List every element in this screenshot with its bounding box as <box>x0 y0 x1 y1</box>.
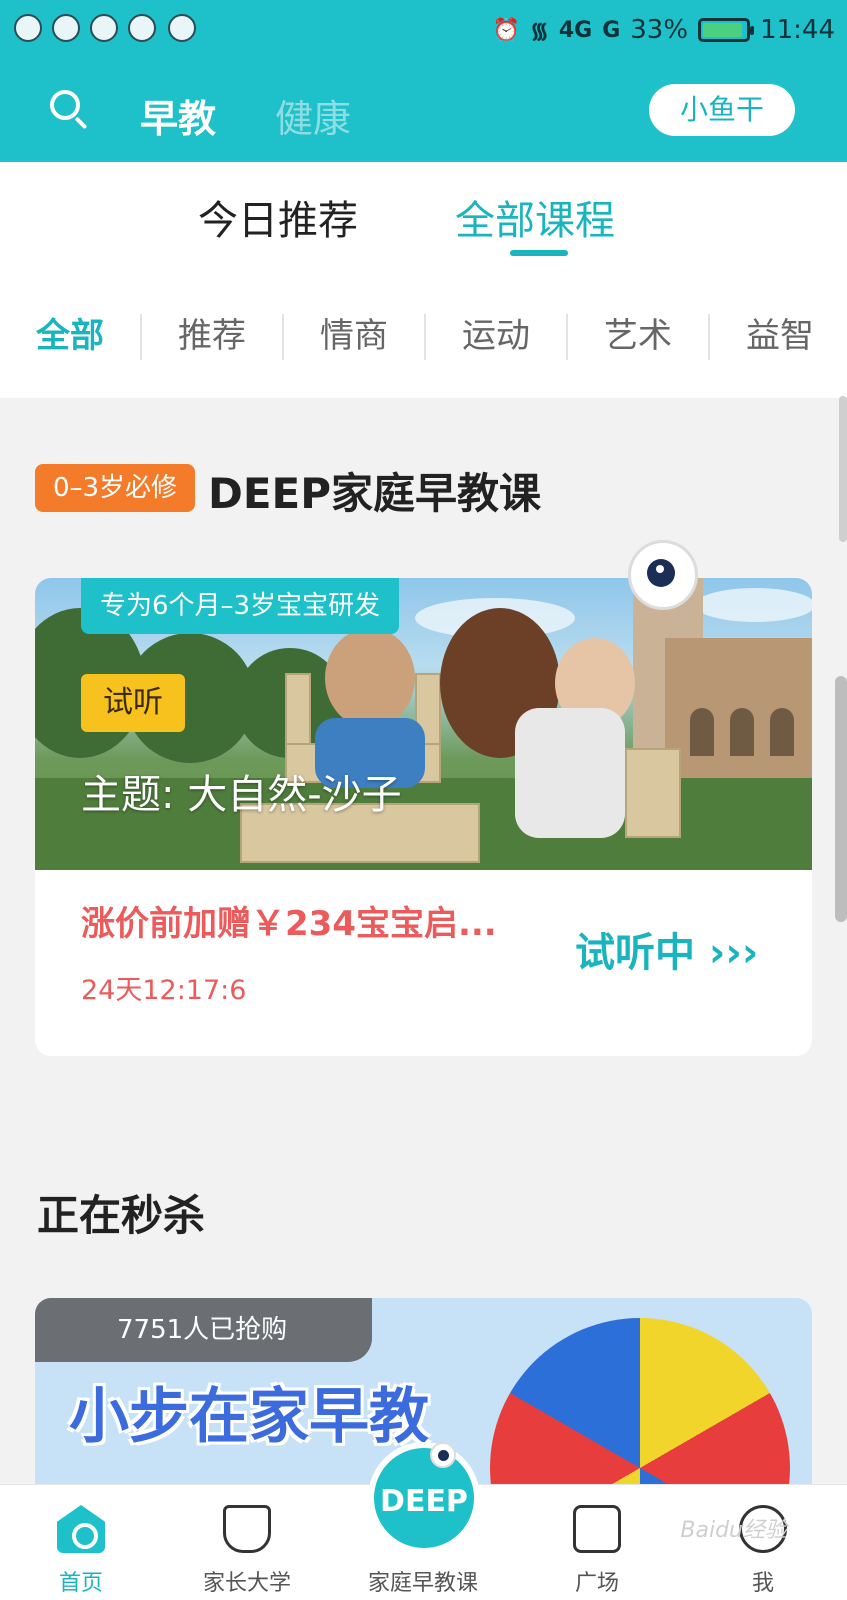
clock: 11:44 <box>760 15 835 45</box>
flash-headline: 小步在家早教 <box>69 1382 429 1452</box>
header-tab-health[interactable]: 健康 <box>275 88 351 143</box>
nav-family-course-label: 家庭早教课 <box>367 1571 478 1596</box>
active-tab-indicator <box>510 250 568 256</box>
wifi-icon: ᯾ <box>530 19 549 44</box>
signal-icon: 4G <box>558 17 593 43</box>
deep-center-button[interactable]: DEEP <box>368 1442 480 1554</box>
home-icon <box>57 1505 105 1553</box>
scrollbar[interactable] <box>839 396 847 542</box>
nav-home-label: 首页 <box>58 1571 103 1596</box>
notification-icon <box>90 14 118 42</box>
nav-square-label: 广场 <box>574 1571 619 1596</box>
alarm-icon: ⏰ <box>492 17 521 43</box>
signal-icon: G <box>602 17 621 43</box>
trial-badge: 试听 <box>81 674 185 732</box>
side-scroll-handle[interactable] <box>835 676 847 922</box>
category-filter: 全部 推荐 情商 运动 艺术 益智 <box>0 270 847 398</box>
nav-me-label: 我 <box>751 1571 774 1596</box>
top-header: ⏰ ᯾ 4G G 33% 11:44 早教 健康 小鱼干 <box>0 0 847 162</box>
category-sports[interactable]: 运动 <box>426 308 566 357</box>
deep-badge-label: DEEP <box>380 1484 468 1519</box>
notification-icon <box>52 14 80 42</box>
app-header: 早教 健康 小鱼干 <box>0 68 847 158</box>
status-bar: ⏰ ᯾ 4G G 33% 11:44 <box>0 0 847 60</box>
category-eq[interactable]: 情商 <box>284 308 424 357</box>
app-screen: ⏰ ᯾ 4G G 33% 11:44 早教 健康 小鱼干 今日推荐 全部课程 全… <box>0 0 847 1600</box>
xiaoyugan-button[interactable]: 小鱼干 <box>649 84 795 136</box>
nav-square[interactable]: 广场 <box>522 1485 672 1600</box>
mascot-eye-icon <box>430 1442 456 1468</box>
battery-icon <box>698 18 755 42</box>
section-title: DEEP家庭早教课 <box>208 469 542 518</box>
course-card[interactable]: 专为6个月–3岁宝宝研发 试听 主题: 大自然-沙子 涨价前加赠￥234宝宝启.… <box>35 578 812 1056</box>
nav-parent-university[interactable]: 家长大学 <box>172 1485 322 1600</box>
nav-home[interactable]: 首页 <box>6 1485 156 1600</box>
course-theme: 主题: 大自然-沙子 <box>81 772 402 818</box>
flash-sale-title: 正在秒杀 <box>37 1191 206 1240</box>
category-puzzle[interactable]: 益智 <box>710 308 847 357</box>
notification-icon <box>168 14 196 42</box>
battery-percent: 33% <box>630 15 689 45</box>
chat-bubble-icon <box>573 1505 621 1553</box>
tab-today-recommend[interactable]: 今日推荐 <box>198 188 358 246</box>
battery-level <box>703 23 743 37</box>
status-right: ⏰ ᯾ 4G G 33% 11:44 <box>493 12 835 48</box>
category-art[interactable]: 艺术 <box>568 308 708 357</box>
course-tabs: 今日推荐 全部课程 <box>0 162 847 270</box>
buyers-count: 7751人已抢购 <box>35 1298 372 1362</box>
trial-status-link[interactable]: 试听中 ››› <box>575 920 758 978</box>
tab-all-courses[interactable]: 全部课程 <box>455 188 615 246</box>
notification-icon <box>14 14 42 42</box>
watermark: Baidu经验 <box>680 1518 787 1543</box>
course-image: 专为6个月–3岁宝宝研发 试听 主题: 大自然-沙子 <box>35 578 812 870</box>
image-tag: 专为6个月–3岁宝宝研发 <box>81 578 399 634</box>
header-tab-early-education[interactable]: 早教 <box>140 88 216 143</box>
nav-parent-university-label: 家长大学 <box>202 1571 291 1596</box>
category-recommend[interactable]: 推荐 <box>142 308 282 357</box>
age-badge: 0–3岁必修 <box>35 464 195 512</box>
promo-text: 涨价前加赠￥234宝宝启... <box>81 904 497 944</box>
search-icon[interactable] <box>50 90 90 130</box>
mascot-icon <box>628 540 698 610</box>
category-all[interactable]: 全部 <box>0 308 140 357</box>
countdown-timer: 24天12:17:6 <box>81 975 247 1006</box>
notification-icon <box>128 14 156 42</box>
graduation-cap-icon <box>223 1505 271 1553</box>
